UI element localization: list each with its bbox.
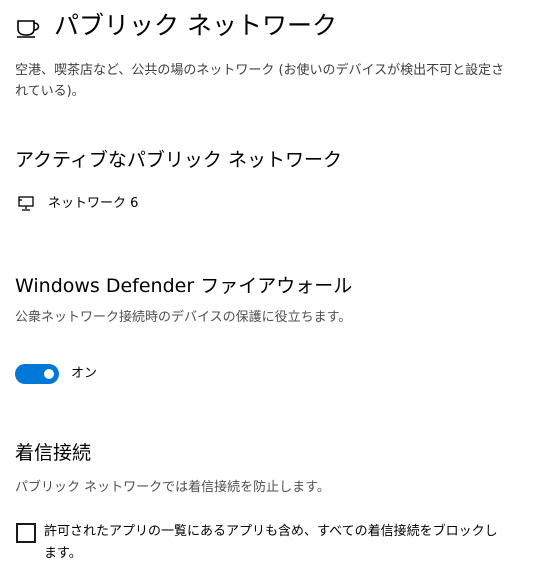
active-network-name: ネットワーク 6 (48, 196, 139, 211)
page-title: パブリック ネットワーク (54, 11, 337, 40)
page-description: 空港、喫茶店など、公共の場のネットワーク (お使いのデバイスが検出不可と設定され… (15, 63, 505, 99)
coffee-cup-icon (15, 12, 43, 40)
toggle-knob (44, 369, 54, 379)
incoming-connections-description: パブリック ネットワークでは着信接続を防止します。 (15, 480, 330, 495)
firewall-description: 公衆ネットワーク接続時のデバイスの保護に役立ちます。 (15, 310, 352, 325)
active-network-heading: アクティブなパブリック ネットワーク (15, 149, 342, 171)
block-all-incoming-checkbox[interactable] (16, 523, 36, 543)
firewall-toggle[interactable] (15, 364, 59, 384)
firewall-toggle-label: オン (71, 366, 98, 381)
incoming-connections-heading: 着信接続 (15, 442, 92, 464)
network-computer-icon (18, 196, 36, 212)
block-all-incoming-label[interactable]: 許可されたアプリの一覧にあるアプリも含め、すべての着信接続をブロックします。 (44, 521, 504, 565)
firewall-heading: Windows Defender ファイアウォール (15, 275, 353, 297)
